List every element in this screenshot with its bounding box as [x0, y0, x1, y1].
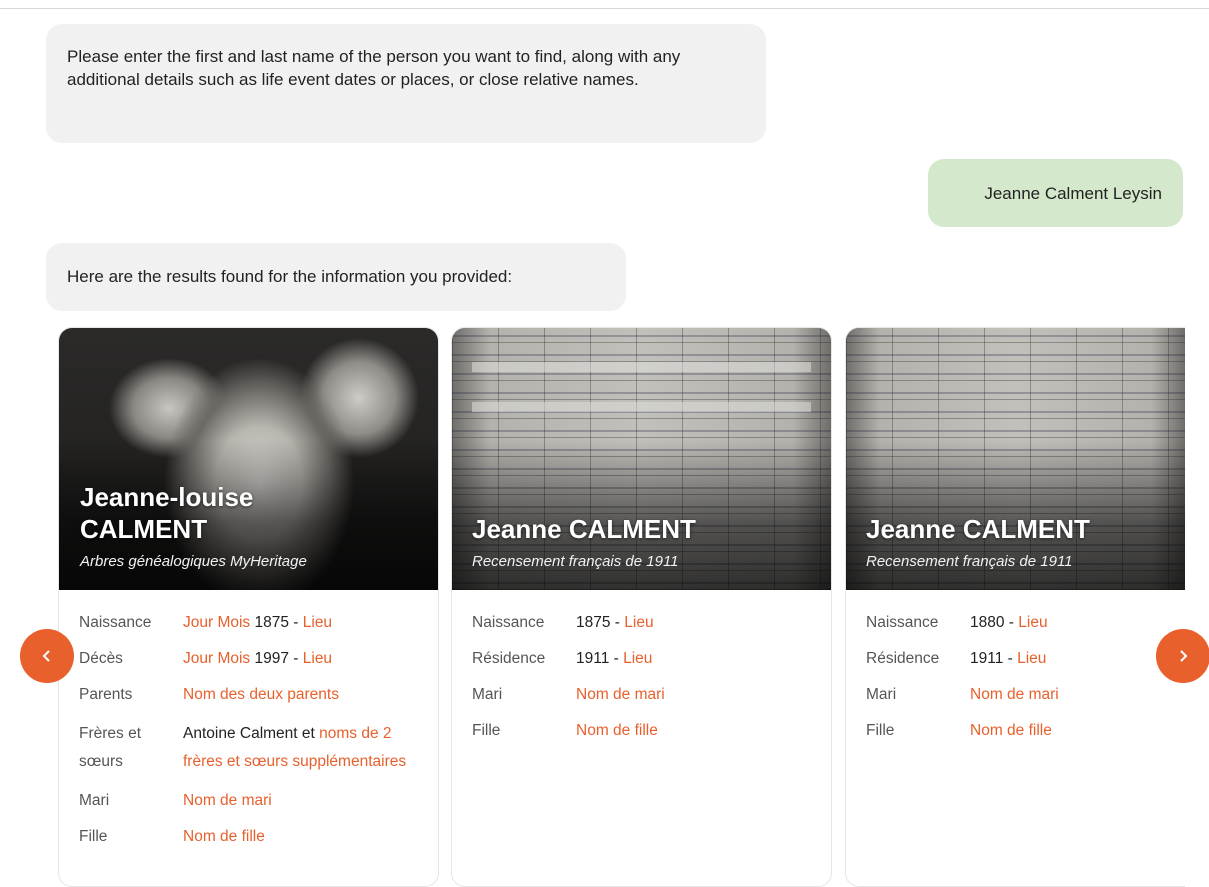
fact-label: Naissance	[472, 614, 545, 631]
chevron-left-icon	[42, 650, 50, 662]
card-facts: Naissance 1875 - Lieu Résidence 1911 - L…	[452, 590, 831, 742]
card-person-name: Jeanne-louise CALMENT	[80, 482, 254, 544]
fact-row: Fille Nom de fille	[866, 720, 1185, 742]
fact-link[interactable]: Nom de mari	[576, 686, 665, 703]
fact-label: Mari	[472, 686, 503, 703]
fact-row: Naissance 1875 - Lieu	[472, 612, 831, 634]
fact-value: 1911 - Lieu	[970, 650, 1047, 667]
fact-value: Nom de mari	[970, 684, 1185, 706]
fact-value: 1880 - Lieu	[970, 614, 1048, 631]
fact-value: 1911 - Lieu	[576, 650, 653, 667]
carousel-next-button[interactable]	[1156, 629, 1209, 683]
fact-link[interactable]: Lieu	[303, 614, 332, 631]
fact-value: Nom de fille	[576, 720, 816, 742]
card-source: Recensement français de 1911	[866, 553, 1073, 570]
fact-link[interactable]: Nom de mari	[970, 686, 1059, 703]
bot-message-prompt-text: Please enter the first and last name of …	[67, 47, 681, 89]
fact-label: Fille	[79, 828, 108, 845]
census-document-image: Jeanne CALMENT Recensement français de 1…	[452, 328, 831, 590]
fact-row: Frères et sœurs Antoine Calment et noms …	[79, 720, 438, 776]
results-carousel: Jeanne-louise CALMENT Arbres généalogiqu…	[0, 327, 1209, 887]
fact-link[interactable]: Lieu	[1018, 614, 1047, 631]
census-document-image: Jeanne CALMENT Recensement français de 1…	[846, 328, 1185, 590]
fact-label: Mari	[79, 792, 110, 809]
bot-message-prompt: Please enter the first and last name of …	[46, 24, 766, 143]
fact-row: Résidence 1911 - Lieu	[866, 648, 1185, 670]
result-card[interactable]: Jeanne CALMENT Recensement français de 1…	[451, 327, 832, 887]
fact-row: Décès Jour Mois 1997 - Lieu	[79, 648, 438, 670]
bot-message-results: Here are the results found for the infor…	[46, 243, 626, 311]
fact-label: Fille	[472, 722, 501, 739]
fact-link[interactable]: Nom de mari	[183, 792, 272, 809]
fact-row: Mari Nom de mari	[866, 684, 1185, 706]
fact-value: Nom de mari	[576, 684, 816, 706]
fact-label: Naissance	[79, 614, 152, 631]
fact-value: Nom de mari	[183, 790, 423, 812]
bot-message-results-text: Here are the results found for the infor…	[67, 267, 513, 286]
fact-value: Jour Mois 1997 - Lieu	[183, 650, 333, 667]
result-card[interactable]: Jeanne-louise CALMENT Arbres généalogiqu…	[58, 327, 439, 887]
card-facts: Naissance 1880 - Lieu Résidence 1911 - L…	[846, 590, 1185, 742]
carousel-prev-button[interactable]	[20, 629, 74, 683]
fact-link[interactable]: Lieu	[624, 614, 653, 631]
fact-row: Fille Nom de fille	[79, 826, 438, 848]
fact-label: Décès	[79, 650, 123, 667]
fact-link[interactable]: Jour Mois	[183, 614, 250, 631]
card-person-name: Jeanne CALMENT	[866, 514, 1090, 544]
fact-row: Mari Nom de mari	[472, 684, 831, 706]
fact-value: Nom des deux parents	[183, 684, 423, 706]
fact-label: Fille	[866, 722, 895, 739]
card-source: Recensement français de 1911	[472, 553, 679, 570]
card-source: Arbres généalogiques MyHeritage	[80, 553, 307, 570]
fact-value: Nom de fille	[183, 826, 423, 848]
fact-value: Nom de fille	[970, 720, 1185, 742]
fact-row: Mari Nom de mari	[79, 790, 438, 812]
fact-link[interactable]: Nom de fille	[183, 828, 265, 845]
fact-label: Résidence	[866, 650, 940, 667]
fact-label: Parents	[79, 686, 133, 703]
portrait-photo: Jeanne-louise CALMENT Arbres généalogiqu…	[59, 328, 438, 590]
fact-row: Naissance 1880 - Lieu	[866, 612, 1185, 634]
top-divider	[0, 8, 1209, 9]
card-person-name: Jeanne CALMENT	[472, 514, 696, 544]
fact-label: Mari	[866, 686, 897, 703]
fact-row: Naissance Jour Mois 1875 - Lieu	[79, 612, 438, 634]
fact-link[interactable]: Nom de fille	[970, 722, 1052, 739]
fact-label: Frères et sœurs	[79, 725, 142, 770]
fact-link[interactable]: Jour Mois	[183, 650, 250, 667]
fact-label: Résidence	[472, 650, 546, 667]
fact-link[interactable]: Nom de fille	[576, 722, 658, 739]
result-card[interactable]: Jeanne CALMENT Recensement français de 1…	[845, 327, 1185, 887]
fact-value: 1875 - Lieu	[576, 614, 654, 631]
fact-label: Naissance	[866, 614, 939, 631]
fact-value: Jour Mois 1875 - Lieu	[183, 614, 333, 631]
chevron-right-icon	[1180, 650, 1188, 662]
fact-link[interactable]: Lieu	[623, 650, 652, 667]
fact-row: Résidence 1911 - Lieu	[472, 648, 831, 670]
card-facts: Naissance Jour Mois 1875 - Lieu Décès Jo…	[59, 590, 438, 848]
user-message-text: Jeanne Calment Leysin	[984, 184, 1162, 203]
fact-value: Antoine Calment et noms de 2 frères et s…	[183, 725, 407, 770]
fact-row: Fille Nom de fille	[472, 720, 831, 742]
fact-link[interactable]: Nom des deux parents	[183, 686, 339, 703]
fact-link[interactable]: Lieu	[303, 650, 332, 667]
fact-link[interactable]: Lieu	[1017, 650, 1046, 667]
user-message: Jeanne Calment Leysin	[928, 159, 1183, 227]
fact-row: Parents Nom des deux parents	[79, 684, 438, 706]
